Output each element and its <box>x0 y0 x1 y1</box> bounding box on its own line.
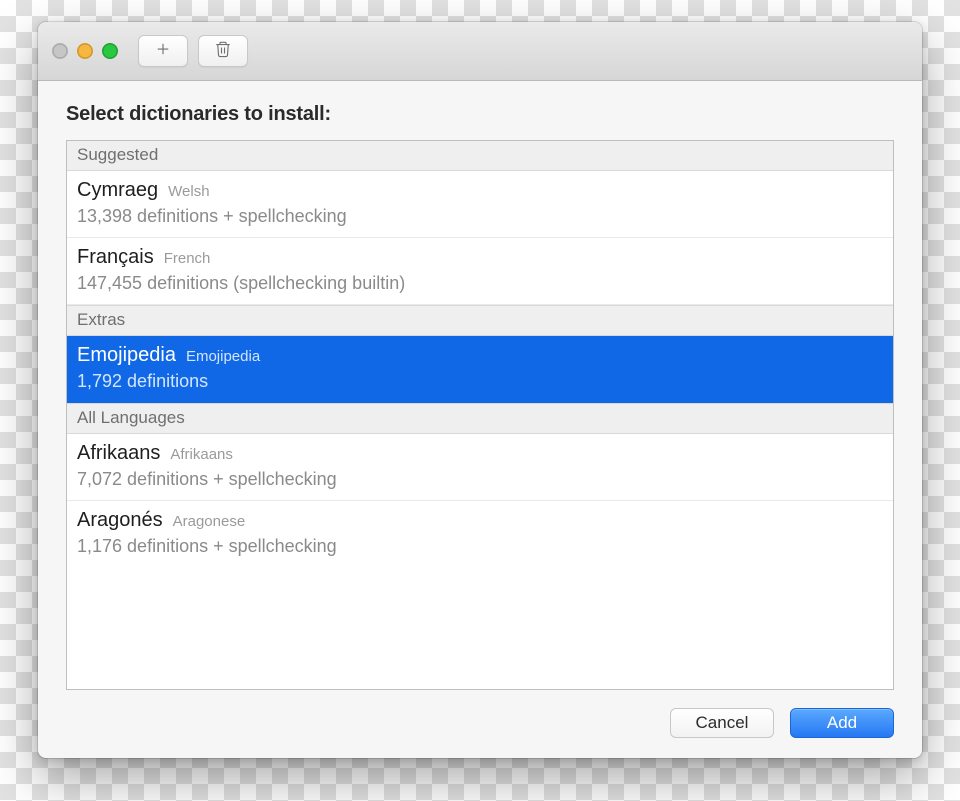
close-window-button[interactable] <box>52 43 68 59</box>
dictionary-name: Emojipedia <box>77 344 176 367</box>
dictionary-row-francais[interactable]: Français French 147,455 definitions (spe… <box>67 238 893 305</box>
section-header-all-languages: All Languages <box>67 403 893 434</box>
dictionary-name: Cymraeg <box>77 179 158 202</box>
dictionary-detail: 1,176 definitions + spellchecking <box>77 536 883 557</box>
sheet-prompt: Select dictionaries to install: <box>66 103 894 126</box>
dictionary-subtitle: Welsh <box>168 183 209 200</box>
sheet-button-bar: Cancel Add <box>66 708 894 738</box>
install-dictionaries-sheet: Select dictionaries to install: Suggeste… <box>38 81 922 758</box>
titlebar <box>38 22 922 81</box>
minimize-window-button[interactable] <box>77 43 93 59</box>
dictionary-subtitle: Emojipedia <box>186 348 260 365</box>
trash-icon <box>214 40 232 63</box>
dictionary-subtitle: French <box>164 250 211 267</box>
plus-icon <box>154 40 172 63</box>
dictionary-row-aragones[interactable]: Aragonés Aragonese 1,176 definitions + s… <box>67 501 893 567</box>
section-header-suggested: Suggested <box>67 141 893 171</box>
dictionary-detail: 13,398 definitions + spellchecking <box>77 206 883 227</box>
section-header-extras: Extras <box>67 305 893 336</box>
add-toolbar-button[interactable] <box>138 35 188 67</box>
dictionary-name: Afrikaans <box>77 442 160 465</box>
dictionary-subtitle: Afrikaans <box>170 446 233 463</box>
dictionary-detail: 7,072 definitions + spellchecking <box>77 469 883 490</box>
app-window: Select dictionaries to install: Suggeste… <box>38 22 922 758</box>
dictionary-row-afrikaans[interactable]: Afrikaans Afrikaans 7,072 definitions + … <box>67 434 893 501</box>
delete-toolbar-button[interactable] <box>198 35 248 67</box>
dictionary-listbox[interactable]: Suggested Cymraeg Welsh 13,398 definitio… <box>66 140 894 690</box>
traffic-lights <box>52 43 118 59</box>
dictionary-detail: 1,792 definitions <box>77 371 883 392</box>
dictionary-name: Français <box>77 246 154 269</box>
cancel-button[interactable]: Cancel <box>670 708 774 738</box>
dictionary-detail: 147,455 definitions (spellchecking built… <box>77 273 883 294</box>
add-button[interactable]: Add <box>790 708 894 738</box>
dictionary-row-emojipedia[interactable]: Emojipedia Emojipedia 1,792 definitions <box>67 336 893 403</box>
zoom-window-button[interactable] <box>102 43 118 59</box>
dictionary-name: Aragonés <box>77 509 163 532</box>
dictionary-row-cymraeg[interactable]: Cymraeg Welsh 13,398 definitions + spell… <box>67 171 893 238</box>
dictionary-subtitle: Aragonese <box>173 513 246 530</box>
